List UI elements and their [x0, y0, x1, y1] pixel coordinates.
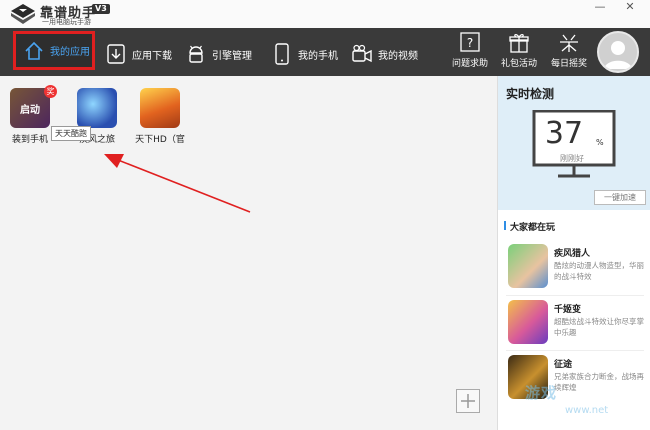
- game-desc: 超酷炫战斗特效让你尽享掌中乐趣: [554, 317, 644, 337]
- house-icon: [25, 41, 43, 60]
- tab-app-download[interactable]: 应用下载: [106, 40, 172, 68]
- app-list-area: 启动 装到手机 奖 疾风之旅 天下HD（官 天天酷跑: [0, 76, 497, 430]
- divider: [506, 295, 644, 296]
- monitor-status: 刚刚好: [560, 154, 584, 163]
- divider: [506, 350, 644, 351]
- brand-tagline: 一用电脑玩手游: [42, 18, 91, 26]
- game-desc: 酷炫的动漫人物造型，华丽的战斗特效: [554, 261, 644, 281]
- monitor-value: 37: [544, 116, 584, 151]
- app-window: 靠谱助手 一用电脑玩手游 V3 — ✕ 我的应用 应用下载 引擎管理 我的手机 …: [0, 0, 650, 430]
- tab-app-download-label: 应用下载: [132, 50, 172, 62]
- app-tile-game[interactable]: 天下HD（官: [133, 88, 187, 145]
- phone-icon: [275, 43, 289, 65]
- realtime-monitor: 实时检测 37 % 刚刚好 一键加速: [498, 76, 650, 210]
- game-icon: [508, 300, 548, 344]
- title-bar[interactable]: 靠谱助手 一用电脑玩手游 V3 — ✕: [0, 0, 650, 28]
- tab-my-video[interactable]: 我的视频: [352, 40, 418, 68]
- download-icon: [107, 44, 125, 64]
- gift-label: 礼包活动: [500, 59, 537, 69]
- help-label: 问题求助: [451, 59, 488, 69]
- app-tooltip: 天天酷跑: [51, 126, 91, 141]
- tab-my-apps-label: 我的应用: [50, 47, 90, 58]
- popular-title: 大家都在玩: [503, 220, 555, 233]
- watermark: 游戏: [525, 384, 558, 402]
- monitor-unit: %: [596, 138, 604, 147]
- tab-engine-manage[interactable]: 引擎管理: [186, 40, 252, 68]
- game-name: 疾风猎人: [554, 249, 591, 259]
- plus-icon: [461, 394, 475, 408]
- help-icon: ?: [460, 32, 480, 52]
- watermark-url: www.net: [565, 405, 609, 416]
- lottery-button[interactable]: 每日摇奖: [547, 32, 591, 74]
- reward-badge: 奖: [44, 85, 57, 98]
- lottery-label: 每日摇奖: [550, 59, 587, 69]
- side-panel: 实时检测 37 % 刚刚好 一键加速 大家都在玩 疾风猎人 酷炫的动漫人物造型，…: [497, 76, 650, 430]
- gift-icon: [509, 34, 529, 53]
- game-name: 征途: [554, 360, 573, 370]
- game-desc: 兄弟家族合力断金，战场再续辉煌: [554, 372, 644, 392]
- tab-my-phone[interactable]: 我的手机: [272, 40, 338, 68]
- app-name: 装到手机: [11, 135, 48, 145]
- close-button[interactable]: ✕: [620, 0, 640, 18]
- game-icon: [508, 244, 548, 288]
- launch-label: 启动: [20, 104, 40, 116]
- version-badge: V3: [92, 4, 110, 14]
- svg-text:?: ?: [467, 36, 473, 50]
- add-app-button[interactable]: [456, 389, 480, 413]
- user-avatar[interactable]: [597, 31, 639, 73]
- main-navbar: 我的应用 应用下载 引擎管理 我的手机 我的视频 ? 问题求助 礼包活动 每日摇…: [0, 28, 650, 76]
- app-icon: [77, 88, 117, 128]
- video-camera-icon: [352, 44, 372, 63]
- android-icon: [189, 45, 203, 63]
- accelerate-button[interactable]: 一键加速: [594, 190, 646, 205]
- tab-my-apps[interactable]: 我的应用: [13, 31, 95, 70]
- app-name: 天下HD（官: [135, 135, 185, 145]
- help-button[interactable]: ? 问题求助: [448, 32, 492, 74]
- user-avatar-icon: [604, 41, 632, 69]
- game-name: 千姬变: [554, 305, 582, 315]
- tab-engine-manage-label: 引擎管理: [212, 50, 252, 62]
- monitor-title: 实时检测: [506, 87, 555, 101]
- minimize-button[interactable]: —: [590, 0, 610, 18]
- popular-item[interactable]: 疾风猎人 酷炫的动漫人物造型，华丽的战斗特效: [508, 244, 648, 296]
- popular-item[interactable]: 千姬变 超酷炫战斗特效让你尽享掌中乐趣: [508, 300, 648, 352]
- logo-icon: [11, 4, 35, 24]
- tab-my-video-label: 我的视频: [378, 50, 418, 62]
- gift-button[interactable]: 礼包活动: [497, 32, 541, 74]
- app-icon: [140, 88, 180, 128]
- tab-my-phone-label: 我的手机: [298, 50, 338, 62]
- lottery-icon: [560, 34, 578, 52]
